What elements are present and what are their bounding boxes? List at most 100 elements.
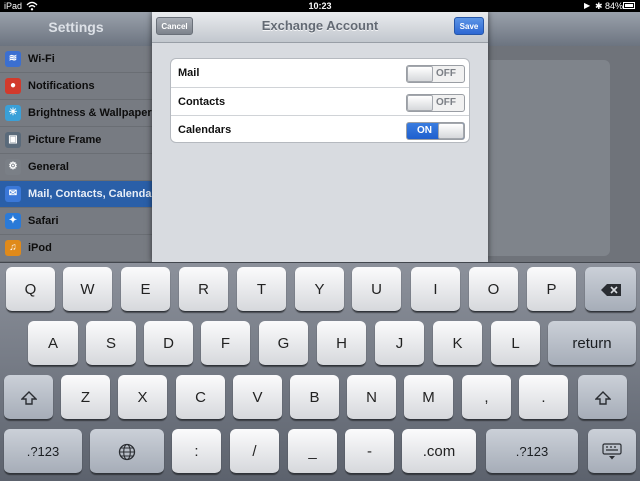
mail-label: Mail [178,67,200,79]
sync-toggle-group: Mail OFF Contacts OFF Calendars ON [170,58,470,143]
calendars-row: Calendars ON [171,115,469,144]
picture-frame-icon: ▣ [5,132,21,148]
switch-state: ON [417,125,432,136]
settings-item-label: Mail, Contacts, Calendars [28,188,162,200]
key-v[interactable]: V [233,375,282,420]
key-b[interactable]: B [290,375,339,420]
save-button[interactable]: Save [454,17,484,35]
key-l[interactable]: L [491,321,540,366]
contacts-label: Contacts [178,96,226,108]
key-comma[interactable]: , [462,375,511,420]
switch-knob [438,123,464,139]
key-hyphen[interactable]: - [345,429,394,474]
settings-item-mail[interactable]: ✉ Mail, Contacts, Calendars [0,181,162,208]
key-colon[interactable]: : [172,429,221,474]
key-a[interactable]: A [28,321,78,366]
key-n[interactable]: N [347,375,396,420]
key-s[interactable]: S [86,321,136,366]
key-m[interactable]: M [404,375,453,420]
mail-row: Mail OFF [171,59,469,87]
detail-group-background [474,60,610,256]
exchange-account-sheet: Exchange Account Cancel Save Mail OFF Co… [152,12,488,262]
hide-keyboard-key[interactable] [588,429,636,474]
calendars-label: Calendars [178,124,232,136]
key-x[interactable]: X [118,375,167,420]
settings-item-label: Wi-Fi [28,53,55,65]
settings-item-label: Picture Frame [28,134,102,146]
calendars-switch[interactable]: ON [406,122,465,140]
brightness-icon: ☀ [5,105,21,121]
key-u[interactable]: U [352,267,401,312]
settings-item-label: Brightness & Wallpaper [28,107,152,119]
key-i[interactable]: I [411,267,460,312]
settings-item-general[interactable]: ⚙ General [0,154,152,181]
key-y[interactable]: Y [295,267,344,312]
shift-icon [593,391,612,405]
settings-item-label: General [28,161,69,173]
bluetooth-icon: ✱ [595,1,603,11]
wifi-settings-icon: ≋ [5,51,21,67]
key-g[interactable]: G [259,321,308,366]
key-k[interactable]: K [433,321,482,366]
return-key[interactable]: return [548,321,636,366]
ipod-icon: ♫ [5,240,21,256]
key-e[interactable]: E [121,267,170,312]
key-underscore[interactable]: _ [288,429,337,474]
globe-key[interactable] [90,429,164,474]
settings-item-safari[interactable]: ✦ Safari [0,208,152,235]
key-z[interactable]: Z [61,375,110,420]
settings-item-label: iPod [28,242,52,254]
key-w[interactable]: W [63,267,112,312]
settings-nav-bar: Settings [0,12,152,47]
key-p[interactable]: P [527,267,576,312]
settings-item-ipod[interactable]: ♫ iPod [0,235,152,262]
play-icon: ▶ [584,1,591,10]
switch-state: OFF [436,68,456,79]
key-c[interactable]: C [176,375,225,420]
notifications-icon: ● [5,78,21,94]
key-t[interactable]: T [237,267,286,312]
battery-percentage: 84% [605,1,624,11]
switch-knob [407,95,433,111]
numbers-key-left[interactable]: .?123 [4,429,82,474]
settings-item-label: Safari [28,215,59,227]
backspace-key[interactable] [585,267,636,312]
settings-item-picture-frame[interactable]: ▣ Picture Frame [0,127,152,154]
key-q[interactable]: Q [6,267,55,312]
globe-icon [118,443,136,461]
mail-icon: ✉ [5,186,21,202]
shift-icon [19,391,38,405]
contacts-switch[interactable]: OFF [406,94,465,112]
safari-icon: ✦ [5,213,21,229]
key-o[interactable]: O [469,267,518,312]
key-d[interactable]: D [144,321,193,366]
backspace-icon [600,284,621,297]
dotcom-key[interactable]: .com [402,429,476,474]
cancel-button[interactable]: Cancel [156,17,193,35]
settings-title: Settings [48,19,104,35]
sheet-title: Exchange Account [261,18,379,33]
battery-fill [625,4,633,7]
shift-key-left[interactable] [4,375,53,420]
shift-key-right[interactable] [578,375,627,420]
contacts-row: Contacts OFF [171,87,469,116]
battery-icon [623,2,635,9]
settings-item-notifications[interactable]: ● Notifications [0,73,152,100]
key-r[interactable]: R [179,267,228,312]
settings-item-wifi[interactable]: ≋ Wi-Fi [0,46,152,73]
clock: 10:23 [308,1,332,11]
sheet-nav-bar: Exchange Account Cancel Save [152,12,488,43]
gear-icon: ⚙ [5,159,21,175]
key-slash[interactable]: / [230,429,279,474]
status-bar: iPad 10:23 ▶ ✱ 84% [0,0,640,12]
numbers-key-right[interactable]: .?123 [486,429,578,474]
settings-item-label: Notifications [28,80,95,92]
key-h[interactable]: H [317,321,366,366]
key-period[interactable]: . [519,375,568,420]
mail-switch[interactable]: OFF [406,65,465,83]
key-j[interactable]: J [375,321,424,366]
key-f[interactable]: F [201,321,250,366]
switch-state: OFF [436,97,456,108]
settings-item-brightness[interactable]: ☀ Brightness & Wallpaper [0,100,152,127]
keyboard-dismiss-icon [602,443,622,460]
